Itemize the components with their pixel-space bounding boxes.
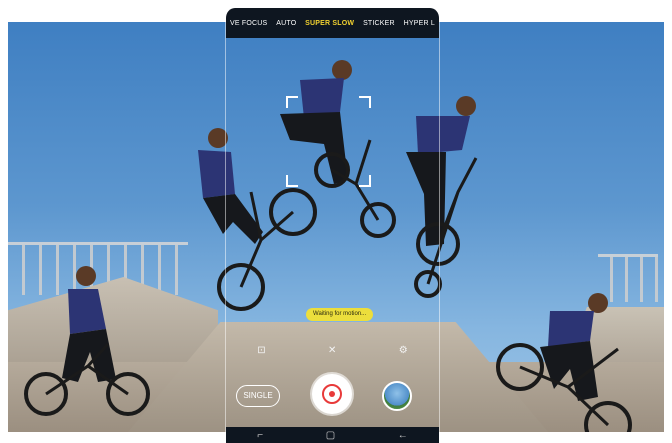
motion-detect-icon[interactable]: ⊡ [257,345,265,356]
capture-mode-button[interactable]: SINGLE [236,385,280,407]
motion-detect-bracket [286,175,298,187]
status-message: Waiting for motion... [306,308,374,321]
mode-tab-super-slow[interactable]: SUPER SLOW [305,20,354,27]
mode-tab-hyperlapse[interactable]: HYPER L [404,20,435,27]
motion-detect-bracket [286,96,298,108]
bmx-rider [490,277,640,432]
motion-detect-bracket [359,96,371,108]
mode-tab-sticker[interactable]: STICKER [363,20,395,27]
navigation-bar: ⌐ ▢ ← [226,427,439,443]
flash-off-icon[interactable]: ✕ [328,345,336,356]
camera-controls: ⊡ ✕ ⚙ [226,340,439,360]
camera-mode-bar: VE FOCUS AUTO SUPER SLOW STICKER HYPER L [226,8,439,38]
record-button[interactable] [312,374,352,414]
home-icon[interactable]: ▢ [326,430,335,441]
phone-camera-screen: VE FOCUS AUTO SUPER SLOW STICKER HYPER L… [225,8,440,443]
gallery-thumbnail[interactable] [382,381,412,411]
mode-tab-live-focus[interactable]: VE FOCUS [230,20,267,27]
back-icon[interactable]: ← [398,430,408,441]
bmx-rider [18,254,158,424]
settings-icon[interactable]: ⚙ [399,345,408,356]
mode-tab-auto[interactable]: AUTO [276,20,296,27]
record-icon [322,384,342,404]
motion-detect-bracket [359,175,371,187]
recent-apps-icon[interactable]: ⌐ [257,430,263,441]
